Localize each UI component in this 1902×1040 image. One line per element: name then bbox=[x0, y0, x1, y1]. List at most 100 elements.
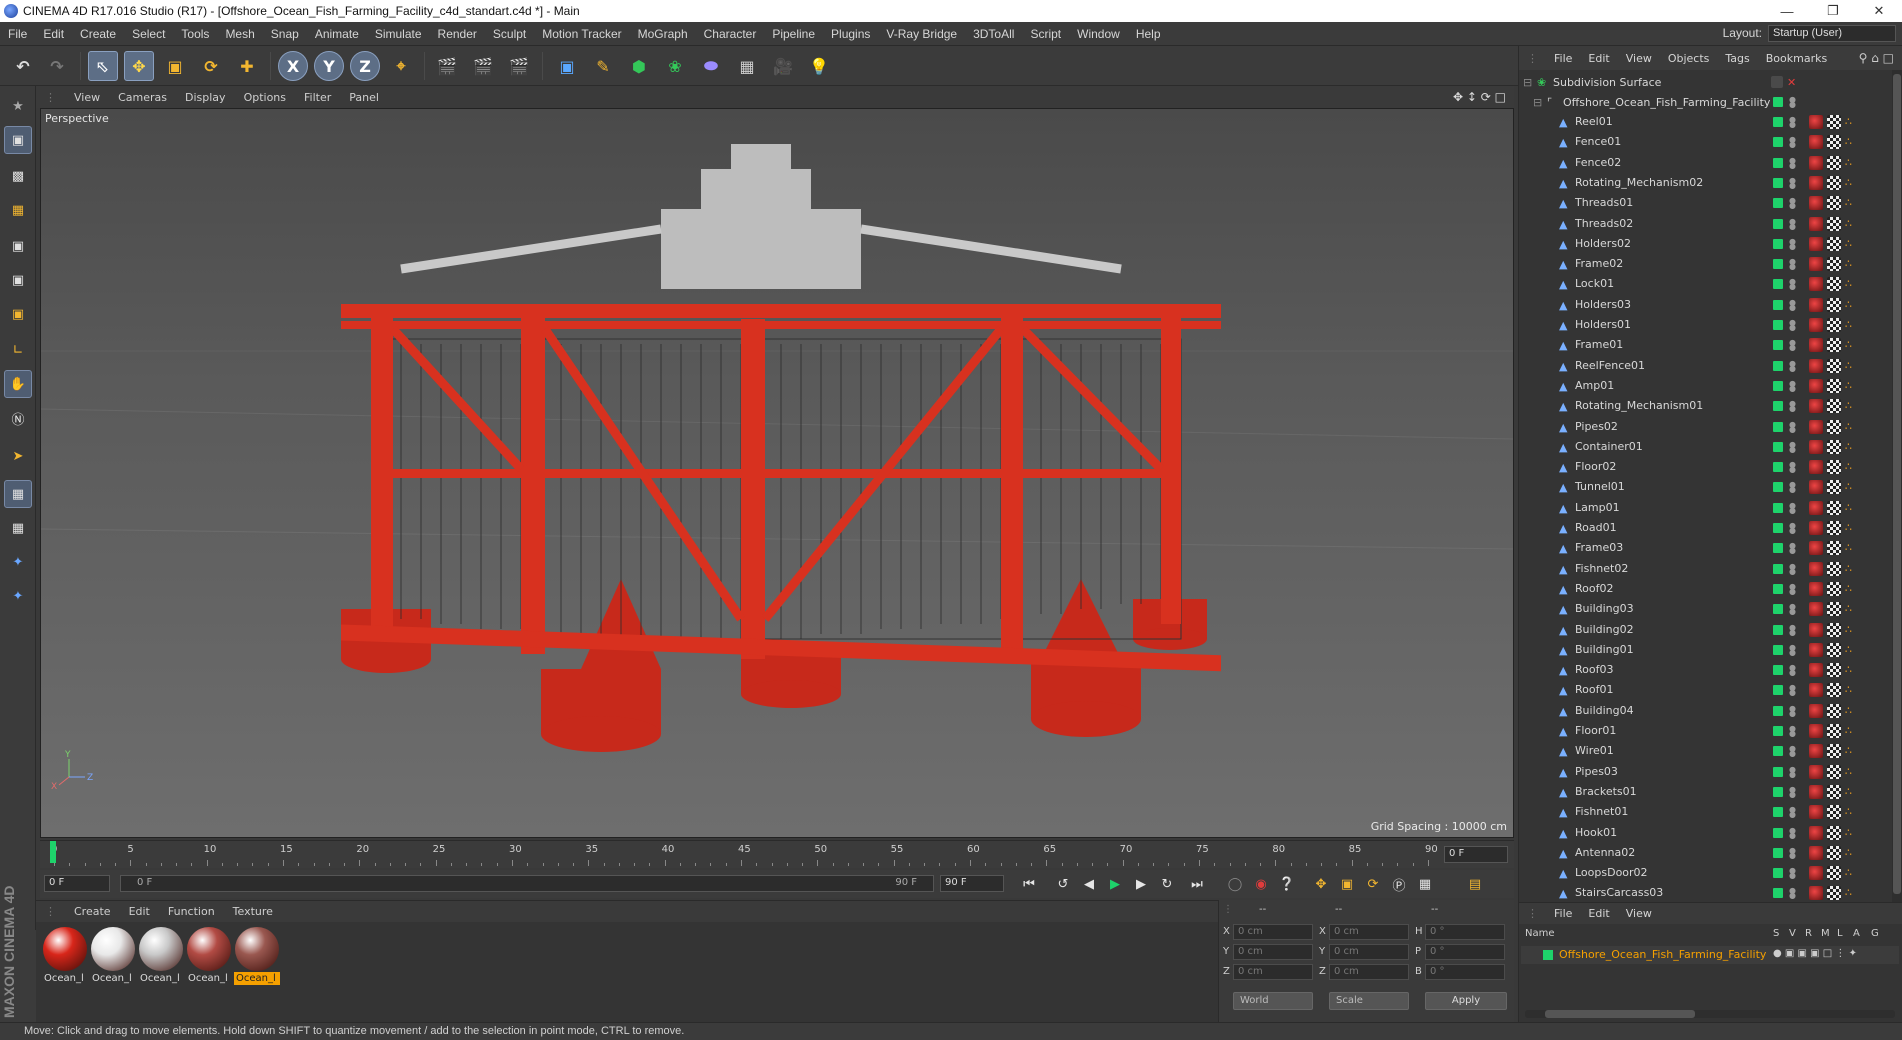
material-tag-icon[interactable] bbox=[1809, 581, 1823, 596]
menu-window[interactable]: Window bbox=[1069, 27, 1128, 41]
layer-color-icon[interactable] bbox=[1773, 786, 1783, 797]
object-row[interactable]: ▲ ReelFence01 ● ● ∴ bbox=[1519, 356, 1891, 376]
object-row[interactable]: ▲ Tunnel01 ● ● ∴ bbox=[1519, 477, 1891, 497]
selection-tag-icon[interactable]: ∴ bbox=[1845, 886, 1859, 900]
material-swatch[interactable]: Ocean_l bbox=[186, 926, 232, 986]
visibility-dots-icon[interactable]: ● ● bbox=[1789, 887, 1796, 900]
object-row[interactable]: ▲ Frame01 ● ● ∴ bbox=[1519, 335, 1891, 355]
rotate-tool-icon[interactable]: ⟳ bbox=[196, 51, 226, 81]
viewport-menu-filter[interactable]: Filter bbox=[295, 91, 340, 104]
object-scrollbar[interactable] bbox=[1892, 70, 1902, 902]
visibility-dots-icon[interactable]: ● ● bbox=[1789, 846, 1796, 859]
visibility-dots-icon[interactable]: ● ● bbox=[1789, 867, 1796, 880]
menu-plugins[interactable]: Plugins bbox=[823, 27, 878, 41]
visibility-dots-icon[interactable]: ● ● bbox=[1789, 522, 1796, 535]
previous-key-icon[interactable]: ↺ bbox=[1052, 874, 1074, 894]
object-menu-file[interactable]: File bbox=[1546, 52, 1580, 65]
visibility-dots-icon[interactable]: ● ● bbox=[1789, 745, 1796, 758]
snap-magnet-icon[interactable]: ➤ bbox=[4, 442, 32, 470]
position-z-field[interactable]: 0 cm bbox=[1233, 964, 1313, 980]
layer-color-icon[interactable] bbox=[1773, 299, 1783, 310]
visibility-dots-icon[interactable]: ● ● bbox=[1789, 806, 1796, 819]
object-row[interactable]: ▲ Building01 ● ● ∴ bbox=[1519, 640, 1891, 660]
object-menu-objects[interactable]: Objects bbox=[1660, 52, 1718, 65]
viewport-menu-cameras[interactable]: Cameras bbox=[109, 91, 176, 104]
object-menu-tags[interactable]: Tags bbox=[1717, 52, 1757, 65]
attribute-menu-file[interactable]: File bbox=[1546, 907, 1580, 920]
menu-character[interactable]: Character bbox=[696, 27, 765, 41]
python-script-icon[interactable]: ✦ bbox=[4, 548, 32, 576]
next-key-icon[interactable]: ↻ bbox=[1156, 874, 1178, 894]
parameter-key-icon[interactable]: Ⓟ bbox=[1388, 874, 1410, 894]
current-frame-field[interactable]: 0 F bbox=[1444, 846, 1508, 863]
selection-tag-icon[interactable]: ∴ bbox=[1845, 359, 1859, 373]
selection-tag-icon[interactable]: ∴ bbox=[1845, 541, 1859, 555]
undo-icon[interactable]: ↶ bbox=[8, 51, 38, 81]
visibility-check-icon[interactable] bbox=[1771, 76, 1783, 88]
next-frame-icon[interactable]: ▶ bbox=[1130, 874, 1152, 894]
uvw-tag-icon[interactable] bbox=[1827, 541, 1841, 556]
rotation-b-field[interactable]: 0 ° bbox=[1425, 964, 1505, 980]
uvw-tag-icon[interactable] bbox=[1827, 683, 1841, 698]
object-row[interactable]: ▲ Holders02 ● ● ∴ bbox=[1519, 234, 1891, 254]
layer-color-icon[interactable] bbox=[1773, 502, 1783, 513]
material-tag-icon[interactable] bbox=[1809, 115, 1823, 129]
visibility-dots-icon[interactable]: ● ● bbox=[1789, 603, 1796, 616]
python-console-icon[interactable]: ✦ bbox=[4, 582, 32, 610]
material-menu-function[interactable]: Function bbox=[159, 905, 224, 918]
object-row[interactable]: ▲ Floor02 ● ● ∴ bbox=[1519, 457, 1891, 477]
uvw-tag-icon[interactable] bbox=[1827, 825, 1841, 840]
object-row[interactable]: ▲ Hook01 ● ● ∴ bbox=[1519, 823, 1891, 843]
coordinate-space-dropdown[interactable]: World bbox=[1233, 992, 1313, 1010]
attribute-menu-view[interactable]: View bbox=[1618, 907, 1660, 920]
maximize-button[interactable]: ❐ bbox=[1810, 0, 1856, 22]
object-row[interactable]: ▲ Amp01 ● ● ∴ bbox=[1519, 376, 1891, 396]
layer-color-icon[interactable] bbox=[1773, 766, 1783, 777]
object-row[interactable]: ▲ Roof02 ● ● ∴ bbox=[1519, 579, 1891, 599]
layer-row[interactable]: Offshore_Ocean_Fish_Farming_Facility ● ▣… bbox=[1521, 946, 1899, 964]
material-menu-texture[interactable]: Texture bbox=[224, 905, 282, 918]
uvw-tag-icon[interactable] bbox=[1827, 581, 1841, 596]
selection-tag-icon[interactable]: ∴ bbox=[1845, 501, 1859, 515]
playhead[interactable] bbox=[50, 841, 56, 863]
material-tag-icon[interactable] bbox=[1809, 724, 1823, 738]
mograph-cloner-icon[interactable]: ❀ bbox=[660, 51, 690, 81]
object-row[interactable]: ▲ Brackets01 ● ● ∴ bbox=[1519, 782, 1891, 802]
uvw-tag-icon[interactable] bbox=[1827, 460, 1841, 475]
uvw-tag-icon[interactable] bbox=[1827, 115, 1841, 129]
selection-tag-icon[interactable]: ∴ bbox=[1845, 135, 1859, 149]
object-row[interactable]: ▲ Holders01 ● ● ∴ bbox=[1519, 315, 1891, 335]
material-tag-icon[interactable] bbox=[1809, 236, 1823, 251]
layer-color-icon[interactable] bbox=[1773, 665, 1783, 676]
layer-color-icon[interactable] bbox=[1773, 482, 1783, 493]
layout-dropdown[interactable]: Startup (User) bbox=[1768, 25, 1896, 42]
timeline-window-icon[interactable]: ▤ bbox=[1464, 874, 1486, 894]
selection-tag-icon[interactable]: ∴ bbox=[1845, 298, 1859, 312]
layer-color-icon[interactable] bbox=[1773, 117, 1783, 127]
uvw-tag-icon[interactable] bbox=[1827, 764, 1841, 779]
material-tag-icon[interactable] bbox=[1809, 378, 1823, 393]
layer-color-icon[interactable] bbox=[1773, 340, 1783, 351]
planar-workplane-icon[interactable]: ▦ bbox=[4, 514, 32, 542]
material-tag-icon[interactable] bbox=[1809, 399, 1823, 414]
menu-3dtoall[interactable]: 3DToAll bbox=[965, 27, 1022, 41]
recent-tools-icon[interactable]: ✚ bbox=[232, 51, 262, 81]
selection-tag-icon[interactable]: ∴ bbox=[1845, 379, 1859, 393]
object-row[interactable]: ▲ Threads01 ● ● ∴ bbox=[1519, 193, 1891, 213]
object-row[interactable]: ▲ Lock01 ● ● ∴ bbox=[1519, 274, 1891, 294]
menu-motion-tracker[interactable]: Motion Tracker bbox=[534, 27, 629, 41]
material-tag-icon[interactable] bbox=[1809, 277, 1823, 292]
selection-tag-icon[interactable]: ∴ bbox=[1845, 399, 1859, 413]
object-row[interactable]: ▲ Fence01 ● ● ∴ bbox=[1519, 132, 1891, 152]
visibility-dots-icon[interactable]: ● ● bbox=[1789, 562, 1796, 575]
material-tag-icon[interactable] bbox=[1809, 663, 1823, 678]
layer-color-icon[interactable] bbox=[1773, 888, 1783, 899]
material-swatch[interactable]: Ocean_l bbox=[138, 926, 184, 986]
object-row[interactable]: ▲ StairsCarcass03 ● ● ∴ bbox=[1519, 883, 1891, 902]
uvw-tag-icon[interactable] bbox=[1827, 744, 1841, 759]
previous-frame-icon[interactable]: ◀ bbox=[1078, 874, 1100, 894]
uvw-tag-icon[interactable] bbox=[1827, 724, 1841, 738]
selection-tag-icon[interactable]: ∴ bbox=[1845, 562, 1859, 576]
material-tag-icon[interactable] bbox=[1809, 561, 1823, 576]
material-tag-icon[interactable] bbox=[1809, 521, 1823, 535]
